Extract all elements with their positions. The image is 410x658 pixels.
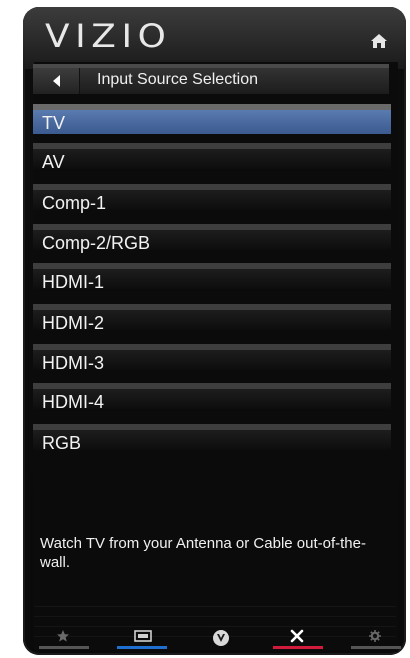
input-indicator: [117, 646, 167, 649]
input-button[interactable]: [117, 627, 167, 655]
back-arrow-icon: [53, 75, 60, 87]
back-button[interactable]: [33, 68, 80, 94]
favorites-button[interactable]: [39, 627, 89, 655]
bottom-navbar: [39, 627, 401, 655]
menu-item-hdmi-1[interactable]: HDMI-1: [33, 263, 391, 292]
gear-icon: [369, 630, 381, 642]
menu-titlebar: Input Source Selection: [33, 64, 389, 94]
menu-item-hdmi-3[interactable]: HDMI-3: [33, 344, 391, 373]
screen-icon: [134, 630, 152, 642]
vizio-button[interactable]: [195, 627, 245, 655]
close-icon: [290, 629, 304, 643]
favorites-indicator: [39, 646, 89, 649]
settings-button[interactable]: [351, 627, 401, 655]
settings-indicator: [351, 646, 401, 649]
menu-item-tv[interactable]: TV: [33, 104, 391, 134]
menu-item-hdmi-4[interactable]: HDMI-4: [33, 383, 391, 412]
header: VIZIO: [23, 7, 406, 69]
menu-title: Input Source Selection: [97, 71, 258, 88]
exit-indicator: [273, 646, 323, 649]
home-icon[interactable]: [370, 33, 388, 49]
menu-item-rgb[interactable]: RGB: [33, 424, 391, 453]
menu-item-hdmi-2[interactable]: HDMI-2: [33, 304, 391, 333]
tv-remote-panel: VIZIO Input Source Selection TV AV Comp-…: [23, 7, 406, 655]
menu-item-av[interactable]: AV: [33, 143, 391, 172]
star-icon: [57, 630, 69, 642]
menu-item-comp-2-rgb[interactable]: Comp-2/RGB: [33, 224, 391, 253]
vizio-v-icon: [213, 630, 229, 646]
vizio-logo: VIZIO: [45, 17, 172, 55]
source-description: Watch TV from your Antenna or Cable out-…: [40, 535, 366, 571]
exit-button[interactable]: [273, 627, 323, 655]
menu-item-comp-1[interactable]: Comp-1: [33, 184, 391, 213]
